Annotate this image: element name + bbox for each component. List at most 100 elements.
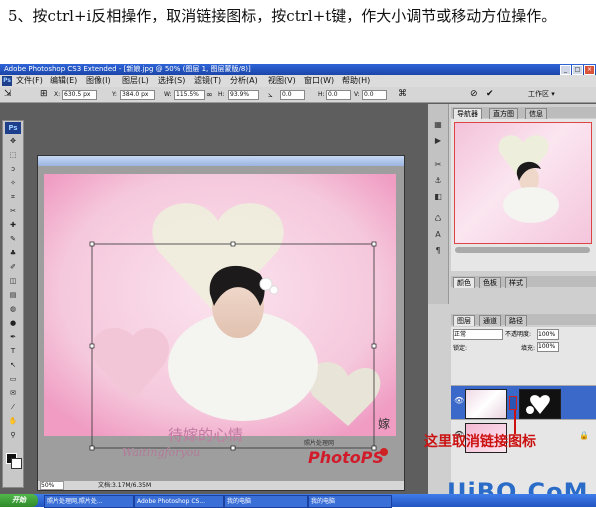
taskbar-item-2[interactable]: Adobe Photoshop CS... xyxy=(134,495,224,508)
tab-info[interactable]: 信息 xyxy=(525,108,547,119)
clone-source-icon[interactable]: ♺ xyxy=(433,214,443,224)
zoom-tool-icon[interactable]: ⚲ xyxy=(8,431,18,440)
magic-wand-tool-icon[interactable]: ✧ xyxy=(8,179,18,188)
blur-tool-icon[interactable]: ◍ xyxy=(8,305,18,314)
fill-label: 填充: xyxy=(521,345,536,352)
layer-thumbnail[interactable] xyxy=(465,389,507,419)
canvas-image[interactable]: 待嫁的心情 Waitingforyou 嫁 xyxy=(38,166,404,481)
actions-panel-icon[interactable]: ▶ xyxy=(433,136,443,146)
y-field[interactable]: 384.0 px xyxy=(120,90,155,100)
transform-handle-bc[interactable] xyxy=(230,445,236,451)
menu-filter[interactable]: 滤镜(T) xyxy=(194,75,221,87)
opacity-field[interactable]: 100% xyxy=(537,329,559,340)
title-bar: Adobe Photoshop CS3 Extended - [新娘.jpg @… xyxy=(0,64,596,75)
marquee-tool-icon[interactable]: ⬚ xyxy=(8,151,18,160)
layer-comps-icon[interactable]: ◧ xyxy=(433,192,443,202)
tab-layers[interactable]: 图层 xyxy=(453,315,475,326)
y-label: Y: xyxy=(112,91,117,98)
w-label: W: xyxy=(164,91,172,98)
link-chain-icon[interactable] xyxy=(509,396,517,410)
hand-tool-icon[interactable]: ✋ xyxy=(8,417,18,426)
layers-tabs: 图层 通道 路径 xyxy=(451,314,596,326)
shape-tool-icon[interactable]: ▭ xyxy=(8,375,18,384)
pen-tool-icon[interactable]: ✒ xyxy=(8,333,18,342)
menu-layer[interactable]: 图层(L) xyxy=(122,75,149,87)
canvas-area[interactable]: 待嫁的心情 Waitingforyou 嫁 照片处理网 PhotoPS xyxy=(38,166,404,481)
zoom-field[interactable]: 50% xyxy=(40,481,64,490)
transform-handle-mr[interactable] xyxy=(371,343,377,349)
history-brush-tool-icon[interactable]: ✐ xyxy=(8,263,18,272)
slice-tool-icon[interactable]: ✂ xyxy=(8,207,18,216)
taskbar-item-1[interactable]: 照片处理网,照片处... xyxy=(44,495,134,508)
transform-handle-bl[interactable] xyxy=(89,445,95,451)
tool-presets-icon[interactable]: ⚓ xyxy=(433,176,443,186)
menu-analysis[interactable]: 分析(A) xyxy=(230,75,258,87)
minimize-button[interactable]: _ xyxy=(560,65,571,75)
transform-handle-tl[interactable] xyxy=(89,241,95,247)
transform-handle-tr[interactable] xyxy=(371,241,377,247)
eraser-tool-icon[interactable]: ◫ xyxy=(8,277,18,286)
layer-mask-thumbnail[interactable] xyxy=(519,389,561,419)
menu-window[interactable]: 窗口(W) xyxy=(304,75,334,87)
stamp-tool-icon[interactable]: ♣ xyxy=(8,249,18,258)
navigator-thumbnail[interactable] xyxy=(454,122,592,244)
menu-select[interactable]: 选择(S) xyxy=(158,75,185,87)
start-button[interactable]: 开始 xyxy=(0,494,38,507)
color-tabs: 颜色 色板 样式 xyxy=(451,276,596,288)
tab-navigator[interactable]: 导航器 xyxy=(453,108,482,119)
transform-tool-icon[interactable]: ⇲ xyxy=(4,87,12,102)
menu-image[interactable]: 图像(I) xyxy=(86,75,111,87)
navigator-tabs: 导航器 直方图 信息 xyxy=(451,107,596,119)
brush-tool-icon[interactable]: ✎ xyxy=(8,235,18,244)
tab-paths[interactable]: 路径 xyxy=(505,315,527,326)
taskbar-item-4[interactable]: 我的电脑 xyxy=(308,495,392,508)
x-field[interactable]: 630.5 px xyxy=(62,90,97,100)
character-panel-icon[interactable]: A xyxy=(433,230,443,240)
tab-histogram[interactable]: 直方图 xyxy=(489,108,518,119)
menu-help[interactable]: 帮助(H) xyxy=(342,75,370,87)
tab-color[interactable]: 颜色 xyxy=(453,277,475,288)
rotate-field[interactable]: 0.0 xyxy=(280,90,305,100)
crop-tool-icon[interactable]: ⌗ xyxy=(8,193,18,202)
lock-icon: 🔒 xyxy=(579,431,589,440)
menu-edit[interactable]: 编辑(E) xyxy=(50,75,77,87)
hskew-field[interactable]: 0.0 xyxy=(326,90,351,100)
taskbar-item-3[interactable]: 我的电脑 xyxy=(224,495,308,508)
menu-file[interactable]: 文件(F) xyxy=(16,75,43,87)
notes-tool-icon[interactable]: ✉ xyxy=(8,389,18,398)
history-panel-icon[interactable]: ▦ xyxy=(433,120,443,130)
fill-field[interactable]: 100% xyxy=(537,342,559,352)
close-button[interactable]: × xyxy=(584,65,595,75)
tab-swatches[interactable]: 色板 xyxy=(479,277,501,288)
blend-mode-select[interactable]: 正常 xyxy=(453,329,503,340)
background-color-swatch[interactable] xyxy=(11,458,22,469)
vskew-label: V: xyxy=(354,91,360,98)
eyedropper-tool-icon[interactable]: ⁄ xyxy=(8,403,18,412)
commit-transform-icon[interactable]: ✔ xyxy=(486,87,494,102)
w-field[interactable]: 115.5% xyxy=(174,90,205,100)
tab-channels[interactable]: 通道 xyxy=(479,315,501,326)
move-tool-icon[interactable]: ✥ xyxy=(8,137,18,146)
maximize-button[interactable]: □ xyxy=(572,65,583,75)
h-field[interactable]: 93.9% xyxy=(228,90,259,100)
navigator-zoom-slider[interactable] xyxy=(455,247,590,253)
link-icon[interactable]: ∞ xyxy=(206,87,213,102)
healing-tool-icon[interactable]: ✚ xyxy=(8,221,18,230)
dodge-tool-icon[interactable]: ● xyxy=(8,319,18,328)
transform-handle-ml[interactable] xyxy=(89,343,95,349)
warp-icon[interactable]: ⌘ xyxy=(398,87,407,102)
lasso-tool-icon[interactable]: ↄ xyxy=(8,165,18,174)
reference-point-icon[interactable]: ⊞ xyxy=(40,87,48,102)
brushes-panel-icon[interactable]: ✂ xyxy=(433,160,443,170)
workspace-button[interactable]: 工作区 ▾ xyxy=(528,87,555,102)
gradient-tool-icon[interactable]: ▤ xyxy=(8,291,18,300)
transform-handle-tc[interactable] xyxy=(230,241,236,247)
paragraph-panel-icon[interactable]: ¶ xyxy=(433,246,443,256)
cancel-transform-icon[interactable]: ⊘ xyxy=(470,87,478,102)
visibility-eye-icon[interactable]: 👁 xyxy=(454,396,464,405)
path-select-tool-icon[interactable]: ↖ xyxy=(8,361,18,370)
tab-styles[interactable]: 样式 xyxy=(505,277,527,288)
vskew-field[interactable]: 0.0 xyxy=(362,90,387,100)
menu-view[interactable]: 视图(V) xyxy=(268,75,296,87)
type-tool-icon[interactable]: T xyxy=(8,347,18,356)
